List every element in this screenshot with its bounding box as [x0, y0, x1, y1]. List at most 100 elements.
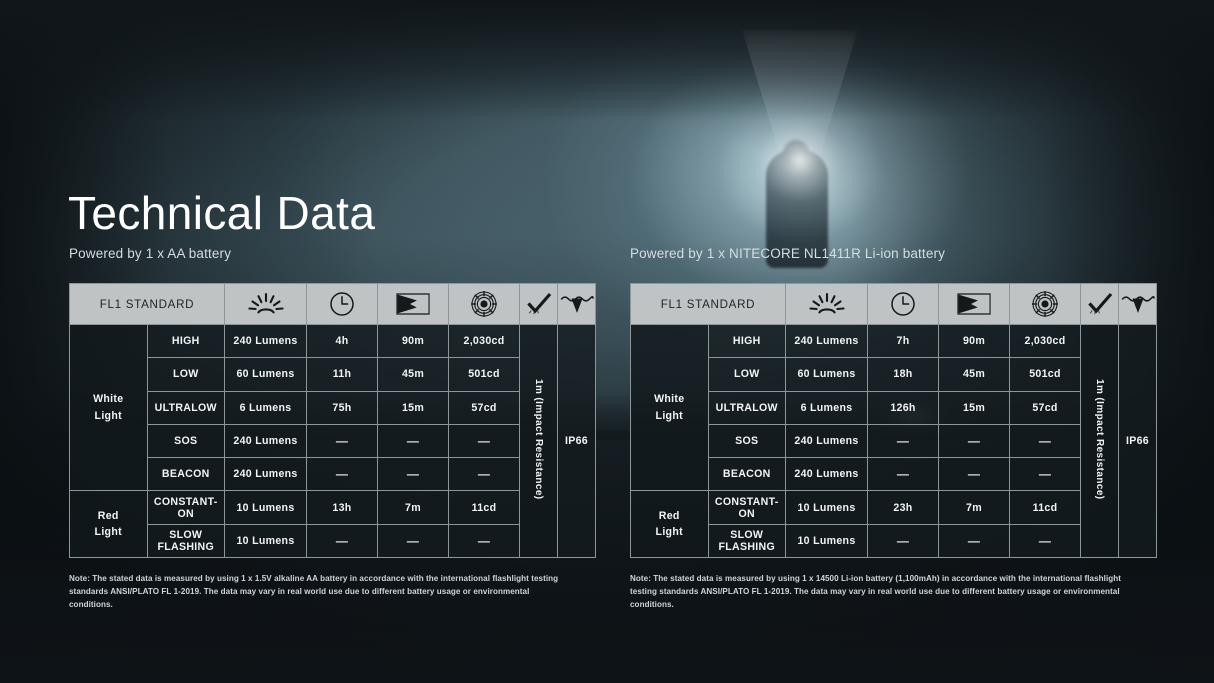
empty-value: —: [897, 434, 909, 448]
cell-mode: SOS: [147, 424, 225, 457]
empty-value: —: [478, 534, 490, 548]
category-line1: White: [654, 393, 684, 405]
category-label: Red Light: [631, 491, 709, 558]
header-fl1-standard: FL1 STANDARD: [70, 284, 225, 325]
cell-impact-resistance: 1m (Impact Resistance): [520, 325, 558, 558]
category-line2: Light: [95, 526, 122, 538]
cell-lumens: 240 Lumens: [225, 458, 307, 491]
table-row: LOW60 Lumens18h45m501cd: [631, 358, 1157, 391]
table-row: ULTRALOW6 Lumens126h15m57cd: [631, 391, 1157, 424]
cell-runtime: —: [868, 458, 939, 491]
cell-peak-intensity: 2,030cd: [449, 325, 520, 358]
impact-resistance-value: 1m (Impact Resistance): [533, 379, 544, 500]
cell-lumens: 240 Lumens: [225, 424, 307, 457]
cell-peak-intensity: 57cd: [449, 391, 520, 424]
category-line1: Red: [659, 510, 680, 522]
water-resistance-icon: [558, 293, 595, 315]
header-peak-beam-intensity-icon: [449, 284, 520, 325]
beam-distance-icon: [939, 293, 1009, 315]
cell-peak-intensity: 501cd: [1010, 358, 1081, 391]
cell-mode: LOW: [708, 358, 786, 391]
cell-runtime: 126h: [868, 391, 939, 424]
cell-beam-distance: 90m: [378, 325, 449, 358]
cell-runtime: 13h: [307, 491, 378, 524]
table-row: RedLightCONSTANT-ON10 Lumens23h7m11cd: [631, 491, 1157, 524]
cell-lumens: 240 Lumens: [786, 325, 868, 358]
cell-mode: LOW: [147, 358, 225, 391]
empty-value: —: [336, 467, 348, 481]
empty-value: —: [478, 467, 490, 481]
cell-runtime: 7h: [868, 325, 939, 358]
peak-beam-intensity-icon: [1010, 291, 1080, 317]
cell-impact-resistance: 1m (Impact Resistance): [1081, 325, 1119, 558]
cell-runtime: —: [307, 424, 378, 457]
cell-runtime: —: [868, 424, 939, 457]
cell-lumens: 6 Lumens: [225, 391, 307, 424]
cell-mode: SOS: [708, 424, 786, 457]
header-fl1-standard: FL1 STANDARD: [631, 284, 786, 325]
cell-lumens: 10 Lumens: [786, 491, 868, 524]
cell-mode: CONSTANT-ON: [147, 491, 225, 524]
header-beam-distance-icon: [939, 284, 1010, 325]
header-lumens-icon: [225, 284, 307, 325]
table-row: RedLightCONSTANT-ON10 Lumens13h7m11cd: [70, 491, 596, 524]
spec-table-li-ion-battery: FL1 STANDARD: [630, 283, 1157, 558]
cell-mode: HIGH: [708, 325, 786, 358]
cell-peak-intensity: —: [449, 524, 520, 557]
cell-beam-distance: 15m: [939, 391, 1010, 424]
empty-value: —: [968, 534, 980, 548]
header-water-resistance-icon: [558, 284, 596, 325]
empty-value: —: [897, 467, 909, 481]
category-line1: Red: [98, 510, 119, 522]
header-peak-beam-intensity-icon: [1010, 284, 1081, 325]
cell-peak-intensity: —: [1010, 424, 1081, 457]
header-impact-resistance-icon: [520, 284, 558, 325]
empty-value: —: [407, 434, 419, 448]
table-header-row: FL1 STANDARD: [631, 284, 1157, 325]
empty-value: —: [407, 467, 419, 481]
table-row: SOS240 Lumens — — —: [70, 424, 596, 457]
cell-peak-intensity: 11cd: [449, 491, 520, 524]
category-line2: Light: [656, 526, 683, 538]
cell-runtime: —: [307, 524, 378, 557]
cell-lumens: 240 Lumens: [786, 458, 868, 491]
cell-runtime: 23h: [868, 491, 939, 524]
table-row: WhiteLightHIGH240 Lumens7h90m2,030cd1m (…: [631, 325, 1157, 358]
header-runtime-clock-icon: [307, 284, 378, 325]
cell-mode: SLOW FLASHING: [147, 524, 225, 557]
lumens-icon: [786, 292, 867, 316]
note-li-ion-battery: Note: The stated data is measured by usi…: [630, 572, 1135, 611]
cell-beam-distance: —: [378, 458, 449, 491]
header-impact-resistance-icon: [1081, 284, 1119, 325]
runtime-clock-icon: [307, 291, 377, 317]
cell-beam-distance: 45m: [939, 358, 1010, 391]
cell-lumens: 6 Lumens: [786, 391, 868, 424]
cell-lumens: 240 Lumens: [786, 424, 868, 457]
empty-value: —: [407, 534, 419, 548]
cell-peak-intensity: —: [1010, 458, 1081, 491]
subtitle-li-ion-battery: Powered by 1 x NITECORE NL1411R Li-ion b…: [630, 246, 945, 261]
cell-lumens: 10 Lumens: [225, 524, 307, 557]
empty-value: —: [478, 434, 490, 448]
cell-beam-distance: 90m: [939, 325, 1010, 358]
cell-beam-distance: —: [939, 458, 1010, 491]
empty-value: —: [336, 534, 348, 548]
cell-peak-intensity: 2,030cd: [1010, 325, 1081, 358]
table-row: SLOW FLASHING10 Lumens — — —: [70, 524, 596, 557]
cell-runtime: 11h: [307, 358, 378, 391]
cell-lumens: 60 Lumens: [786, 358, 868, 391]
cell-lumens: 10 Lumens: [225, 491, 307, 524]
cell-mode: HIGH: [147, 325, 225, 358]
category-label: WhiteLight: [70, 325, 148, 491]
table-row: BEACON240 Lumens———: [631, 458, 1157, 491]
cell-lumens: 10 Lumens: [786, 524, 868, 557]
cell-peak-intensity: 57cd: [1010, 391, 1081, 424]
cell-beam-distance: 45m: [378, 358, 449, 391]
table-header-row: FL1 STANDARD: [70, 284, 596, 325]
cell-mode: BEACON: [147, 458, 225, 491]
note-aa-battery: Note: The stated data is measured by usi…: [69, 572, 574, 611]
cell-beam-distance: —: [378, 424, 449, 457]
cell-mode: ULTRALOW: [708, 391, 786, 424]
empty-value: —: [336, 434, 348, 448]
header-beam-distance-icon: [378, 284, 449, 325]
